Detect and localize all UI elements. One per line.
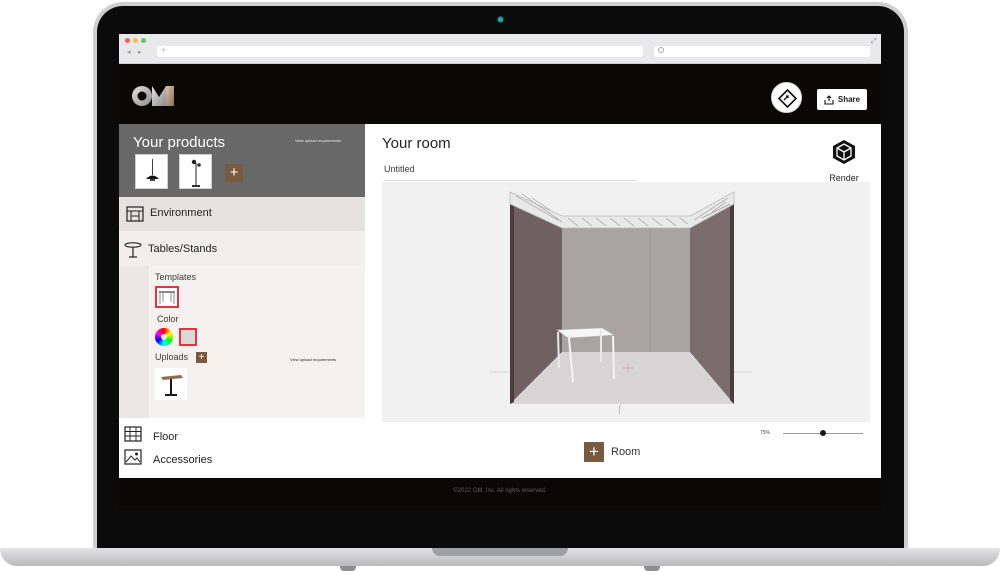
products-upload-requirements-link[interactable]: View upload requirements xyxy=(295,138,341,143)
add-room-label: Room xyxy=(611,446,641,458)
laptop-foot-left xyxy=(340,566,356,571)
room-title: Your room xyxy=(382,135,451,152)
table-icon xyxy=(124,242,142,258)
products-panel: Your products View upload requirements + xyxy=(119,124,365,197)
sidebar-item-tables[interactable]: Tables/Stands xyxy=(119,231,365,266)
sidebar-item-floor[interactable]: Floor xyxy=(119,426,365,448)
uploads-label: Uploads xyxy=(155,352,189,362)
tables-options-inner: Templates Color Uploads + View upload re… xyxy=(149,266,365,418)
sidebar-item-accessories[interactable]: Accessories xyxy=(119,449,365,471)
cube-render-icon xyxy=(833,140,855,164)
forward-arrow-icon[interactable]: ▸ xyxy=(138,48,142,56)
add-room-plus-icon: + xyxy=(584,442,604,462)
accessories-label: Accessories xyxy=(153,454,213,466)
share-link-button[interactable] xyxy=(771,82,802,113)
minimize-window-icon[interactable] xyxy=(133,38,138,43)
zoom-slider-handle[interactable] xyxy=(820,430,826,436)
new-tab-icon[interactable]: + xyxy=(161,45,166,55)
add-product-button[interactable]: + xyxy=(225,164,243,182)
sidebar-item-environment[interactable]: Environment xyxy=(119,197,365,231)
share-label: Share xyxy=(837,95,861,104)
floor-label: Floor xyxy=(153,431,179,443)
room-panel: Your room Untitled Render 75% + Room xyxy=(365,124,881,478)
copyright-text: ©2022 OM, Inc. All rights reserved. xyxy=(453,488,547,494)
product-thumb-pendant-lamp[interactable] xyxy=(135,154,168,189)
back-arrow-icon[interactable]: ◂ xyxy=(127,48,131,56)
pendant-lamp-icon xyxy=(146,159,159,181)
tables-upload-requirements-link[interactable]: View upload requirements xyxy=(290,357,336,362)
product-thumb-floor-lamp[interactable] xyxy=(179,154,212,189)
sidebar-lower: Floor Accessories xyxy=(119,418,365,478)
om-logo xyxy=(132,86,174,106)
uploaded-table-thumb[interactable] xyxy=(155,368,187,400)
floor-lamp-icon xyxy=(191,159,201,187)
expand-icon[interactable]: ⤢ xyxy=(871,38,877,46)
app-footer: ©2022 OM, Inc. All rights reserved. xyxy=(119,478,881,510)
products-title: Your products xyxy=(133,134,226,151)
share-button[interactable]: Share xyxy=(817,89,867,110)
app-header: OM xyxy=(119,64,881,124)
share-diamond-icon xyxy=(777,88,798,109)
room-3d-viewport[interactable] xyxy=(382,182,870,422)
image-icon xyxy=(124,449,142,465)
floor-grid-icon xyxy=(124,426,142,442)
laptop-mockup: ◂ ▸ + ⤢ Share Your products View upload … xyxy=(0,0,1000,575)
room-name-underline xyxy=(384,180,636,181)
webcam-icon xyxy=(497,16,504,23)
booth-scene xyxy=(490,191,752,415)
search-icon xyxy=(658,47,664,53)
uploaded-table-icon xyxy=(161,375,183,396)
template-table-option[interactable] xyxy=(155,286,179,308)
color-wheel-icon[interactable] xyxy=(155,328,173,346)
laptop-notch xyxy=(432,548,568,556)
add-room-button[interactable]: + Room xyxy=(584,442,640,462)
screen: ◂ ▸ + ⤢ Share Your products View upload … xyxy=(119,34,881,510)
laptop-foot-right xyxy=(644,566,660,571)
template-table-icon xyxy=(159,291,175,304)
templates-label: Templates xyxy=(155,272,197,282)
environment-icon xyxy=(126,206,144,222)
add-upload-button[interactable]: + xyxy=(196,352,207,363)
room-name-field[interactable]: Untitled xyxy=(384,164,415,174)
selected-color-swatch[interactable] xyxy=(179,328,197,346)
browser-chrome: ◂ ▸ + ⤢ xyxy=(119,34,881,64)
environment-label: Environment xyxy=(150,207,212,219)
color-label: Color xyxy=(157,314,179,324)
tables-label: Tables/Stands xyxy=(148,243,218,255)
browser-search-field[interactable] xyxy=(654,46,870,57)
zoom-level: 75% xyxy=(760,430,771,436)
close-window-icon[interactable] xyxy=(125,38,130,43)
address-bar[interactable]: + xyxy=(157,45,643,57)
maximize-window-icon[interactable] xyxy=(141,38,146,43)
render-button[interactable]: Render xyxy=(827,138,861,183)
tables-options: Templates Color Uploads + View upload re… xyxy=(119,266,365,418)
upload-share-icon xyxy=(824,94,834,105)
